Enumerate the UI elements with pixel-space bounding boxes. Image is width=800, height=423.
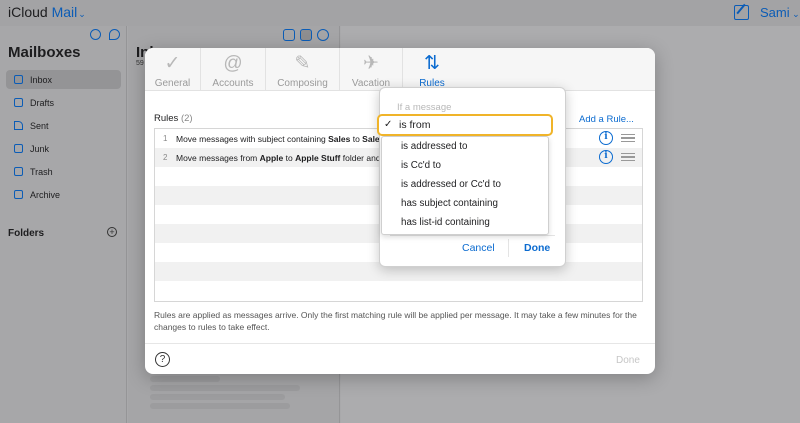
- tab-general[interactable]: ✓ General: [145, 48, 201, 91]
- add-rule-link[interactable]: Add a Rule...: [579, 114, 634, 125]
- info-icon[interactable]: i: [599, 131, 613, 145]
- paper-plane-icon: [14, 121, 23, 130]
- tab-vacation[interactable]: ✈ Vacation: [340, 48, 403, 91]
- dropdown-option-selected[interactable]: ✓ is from: [377, 114, 553, 136]
- document-icon: [14, 98, 23, 107]
- rule-number: 2: [163, 153, 168, 162]
- rule-number: 1: [163, 134, 168, 143]
- rule-text: Move messages from Apple to Apple Stuff …: [176, 152, 381, 163]
- search-icon[interactable]: [300, 29, 312, 41]
- chevron-down-icon: ⌄: [78, 9, 86, 19]
- airplane-icon: ✈: [363, 53, 379, 74]
- rule-text: Move messages with subject containing Sa…: [176, 133, 380, 144]
- dropdown-option[interactable]: has list-id containing: [401, 217, 490, 228]
- compose-icon[interactable]: [734, 5, 749, 20]
- sidebar-item-label: Inbox: [30, 74, 53, 85]
- info-icon[interactable]: i: [599, 150, 613, 164]
- sidebar-item-label: Drafts: [30, 97, 55, 108]
- list-item-blurred[interactable]: [150, 385, 300, 391]
- drag-handle-icon[interactable]: [621, 153, 635, 161]
- rules-count: (2): [180, 113, 193, 124]
- compose-icon: ✎: [294, 53, 311, 74]
- divider: [390, 235, 555, 236]
- checkmark-circle-icon: ✓: [164, 53, 181, 74]
- sidebar-item-label: Sent: [30, 120, 49, 131]
- tab-rules[interactable]: ⇅ Rules: [403, 48, 461, 91]
- sidebar: Mailboxes Inbox Drafts Sent Junk Trash A…: [0, 26, 127, 423]
- cancel-button[interactable]: Cancel: [462, 242, 495, 254]
- drag-handle-icon[interactable]: [621, 134, 635, 142]
- condition-label: If a message: [397, 102, 452, 113]
- sidebar-item-inbox[interactable]: Inbox: [6, 70, 121, 89]
- sidebar-item-sent[interactable]: Sent: [6, 116, 121, 135]
- rules-heading: Rules (2): [154, 113, 193, 124]
- at-icon: @: [223, 53, 243, 74]
- settings-tabs: ✓ General @ Accounts ✎ Composing ✈ Vacat…: [145, 48, 655, 91]
- selected-option-label: is from: [399, 119, 431, 131]
- tab-label: Composing: [277, 78, 328, 89]
- sidebar-item-label: Trash: [30, 166, 53, 177]
- rules-title: Rules: [154, 113, 179, 124]
- sidebar-item-label: Archive: [30, 189, 61, 200]
- sidebar-item-archive[interactable]: Archive: [6, 185, 121, 204]
- user-name: Sami: [760, 5, 790, 20]
- dropdown-option[interactable]: is addressed to: [401, 141, 467, 152]
- tab-accounts[interactable]: @ Accounts: [201, 48, 266, 91]
- arrows-icon: ⇅: [424, 53, 440, 74]
- folders-title: Folders: [8, 228, 45, 239]
- refresh-icon[interactable]: [109, 29, 120, 40]
- junk-bin-icon: [14, 144, 23, 153]
- dropdown-option[interactable]: has subject containing: [401, 198, 498, 209]
- rules-note: Rules are applied as messages arrive. On…: [154, 310, 637, 332]
- list-item-blurred[interactable]: [150, 394, 285, 400]
- sidebar-item-drafts[interactable]: Drafts: [6, 93, 121, 112]
- app-brand[interactable]: iCloud Mail⌄: [8, 4, 86, 20]
- sidebar-item-junk[interactable]: Junk: [6, 139, 121, 158]
- play-circle-icon[interactable]: [90, 29, 101, 40]
- popover-done-button[interactable]: Done: [524, 242, 550, 254]
- dropdown-option[interactable]: is Cc'd to: [401, 160, 441, 171]
- dropdown-option[interactable]: is addressed or Cc'd to: [401, 179, 501, 190]
- user-menu[interactable]: Sami ⌄: [760, 5, 800, 20]
- done-button[interactable]: Done: [616, 355, 640, 366]
- add-folder-icon[interactable]: +: [107, 227, 117, 237]
- divider: [145, 343, 655, 344]
- tab-composing[interactable]: ✎ Composing: [266, 48, 340, 91]
- condition-dropdown-list: is addressed to is Cc'd to is addressed …: [381, 136, 549, 235]
- tab-label: General: [154, 78, 191, 89]
- brand-icloud: iCloud: [8, 4, 48, 20]
- sidebar-item-trash[interactable]: Trash: [6, 162, 121, 181]
- empty-row: [155, 281, 642, 300]
- sidebar-toggle-icon[interactable]: [283, 29, 295, 41]
- filter-icon[interactable]: [317, 29, 329, 41]
- list-item-blurred[interactable]: [150, 376, 220, 382]
- help-icon[interactable]: ?: [155, 352, 170, 367]
- checkmark-icon: ✓: [384, 119, 393, 130]
- inbox-count: 59: [136, 60, 144, 67]
- tab-label: Accounts: [212, 78, 254, 89]
- trash-icon: [14, 167, 23, 176]
- list-item-blurred[interactable]: [150, 403, 290, 409]
- chevron-down-icon: ⌄: [789, 9, 800, 19]
- archive-icon: [14, 190, 23, 199]
- sidebar-item-label: Junk: [30, 143, 50, 154]
- divider: [508, 239, 509, 257]
- mailboxes-title: Mailboxes: [8, 44, 81, 61]
- brand-mail: Mail: [51, 4, 78, 20]
- inbox-icon: [14, 75, 23, 84]
- top-bar: iCloud Mail⌄ Sami ⌄: [0, 0, 800, 26]
